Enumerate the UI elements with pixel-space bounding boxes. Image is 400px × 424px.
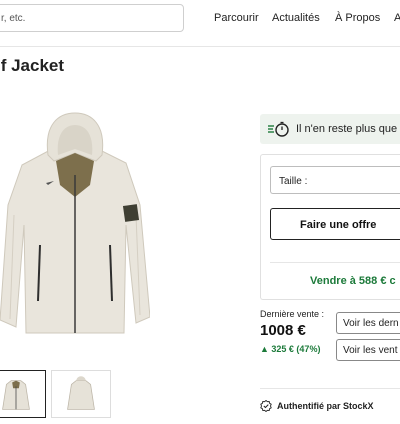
search-placeholder: r, etc. <box>1 13 26 24</box>
product-title: lf Jacket <box>0 56 65 75</box>
nav-more[interactable]: A <box>394 12 400 24</box>
search-input[interactable]: r, etc. <box>0 4 184 32</box>
auth-divider <box>260 388 400 389</box>
thumbnail-1-image <box>2 380 30 410</box>
last-sale-change: ▲ 325 € (47%) <box>260 344 321 354</box>
nav-browse[interactable]: Parcourir <box>214 12 259 24</box>
verified-badge-icon <box>260 400 272 412</box>
last-sale-price: 1008 € <box>260 322 306 339</box>
last-sale-label: Dernière vente : <box>260 309 325 319</box>
view-sales-button[interactable]: Voir les vent <box>336 339 400 361</box>
nav-news[interactable]: Actualités <box>272 12 320 24</box>
make-offer-label: Faire une offre <box>300 219 377 231</box>
stopwatch-icon <box>268 121 289 137</box>
view-sales-label: Voir les vent <box>343 345 398 356</box>
make-offer-button[interactable]: Faire une offre <box>270 208 400 240</box>
view-last-sales-label: Voir les dern <box>343 318 399 329</box>
panel-divider <box>270 262 400 263</box>
stock-banner: Il n'en reste plus que <box>260 114 400 144</box>
thumbnail-1[interactable] <box>0 370 46 418</box>
header-divider <box>0 46 400 47</box>
view-last-sales-button[interactable]: Voir les dern <box>336 312 400 334</box>
thumbnail-2[interactable] <box>51 370 111 418</box>
product-image <box>0 112 150 334</box>
sell-link[interactable]: Vendre à 588 € c <box>310 275 396 287</box>
size-select[interactable]: Taille : <box>270 166 400 194</box>
size-label: Taille : <box>279 176 308 187</box>
stock-text: Il n'en reste plus que <box>296 123 398 135</box>
thumbnail-2-image <box>67 376 95 410</box>
auth-text: Authentifié par StockX <box>277 401 374 411</box>
nav-about[interactable]: À Propos <box>335 12 380 24</box>
